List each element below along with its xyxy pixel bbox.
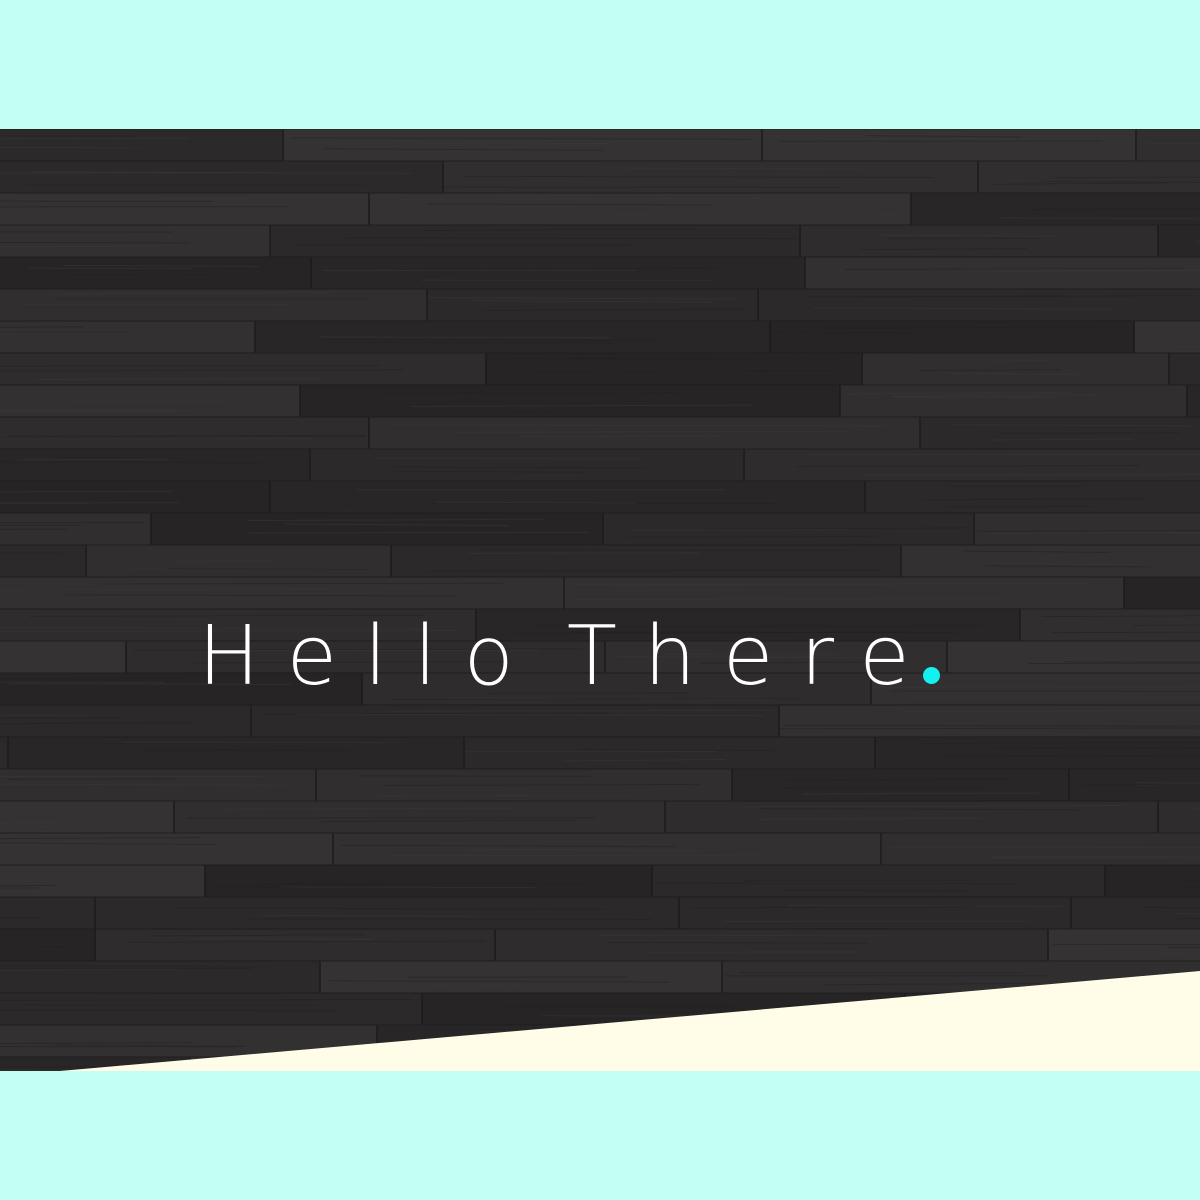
headline-word-there: There [566, 609, 937, 704]
page: Hello There [0, 0, 1200, 1200]
headline-word-hello: Hello [198, 609, 541, 704]
bottom-diagonal-wedge [60, 971, 1200, 1071]
hero-section: Hello There [0, 129, 1200, 1071]
hero-headline: Hello There [198, 607, 940, 707]
accent-dot [922, 667, 940, 684]
